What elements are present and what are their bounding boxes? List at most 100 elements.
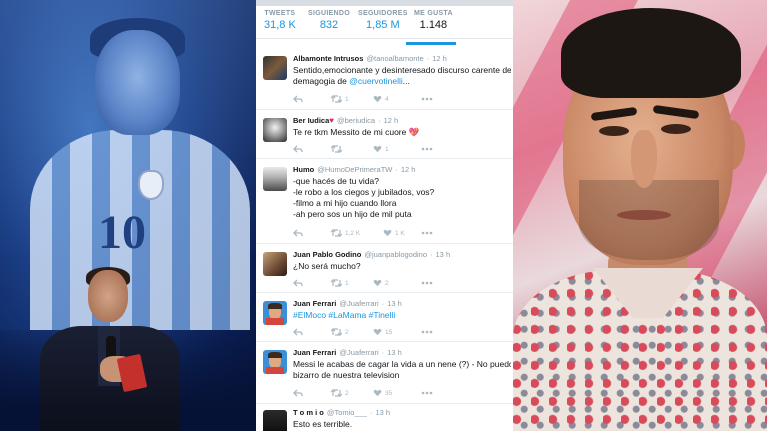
like-button[interactable]: 4 <box>373 93 389 105</box>
more-icon <box>421 391 433 395</box>
tweet-handle[interactable]: @Tomio___ <box>327 408 367 417</box>
tweet-actions: 2 15 <box>293 326 463 338</box>
stat-followers[interactable]: SEGUIDORES 1,85 M <box>358 10 408 31</box>
more-button[interactable] <box>421 277 433 289</box>
avatar[interactable] <box>263 252 287 276</box>
stat-following[interactable]: SIGUIENDO 832 <box>308 10 350 31</box>
tweet-time[interactable]: 13 h <box>387 348 402 357</box>
tweet-author-name[interactable]: Ber Iudica <box>293 116 329 125</box>
tweet-time[interactable]: 12 h <box>432 54 447 63</box>
tweet-text-line: -que hacés de tu vida? <box>293 176 380 186</box>
like-count: 35 <box>385 389 393 397</box>
reply-icon <box>293 328 303 335</box>
reply-button[interactable] <box>293 93 303 105</box>
more-button[interactable] <box>421 143 433 155</box>
like-button[interactable]: 15 <box>373 326 392 338</box>
tweet-header: T o m i o @Tomio___ · 13 h <box>293 408 390 417</box>
reply-icon <box>293 389 303 396</box>
reply-button[interactable] <box>293 326 303 338</box>
tweet-text-line: -ah pero sos un hijo de mil puta <box>293 209 412 219</box>
retweet-button[interactable]: 1 <box>331 93 349 105</box>
more-icon <box>421 231 433 235</box>
stat-value: 832 <box>319 19 339 31</box>
tweet-handle[interactable]: @beriudica <box>337 116 375 125</box>
stat-value: 31,8 K <box>264 19 296 31</box>
more-button[interactable] <box>421 326 433 338</box>
tweet-text-line: Te re tkm Messito de mi cuore 💖 <box>293 127 420 137</box>
presenter-head <box>88 270 128 322</box>
retweet-button[interactable]: 1 <box>331 277 349 289</box>
tweet-time[interactable]: 12 h <box>401 165 416 174</box>
stat-likes[interactable]: ME GUSTA 1.148 <box>414 10 453 31</box>
retweet-button[interactable]: 2 <box>331 326 349 338</box>
shirt-collar <box>593 268 703 318</box>
tweet-item[interactable]: T o m i o @Tomio___ · 13 h Esto es terrible… <box>256 404 513 431</box>
reply-icon <box>293 279 303 286</box>
tweet-actions: 2 35 <box>293 387 463 399</box>
avatar-shirt <box>266 318 284 325</box>
retweet-count: 1 <box>345 279 349 287</box>
reply-button[interactable] <box>293 143 303 155</box>
mention-link[interactable]: @cuervotinelli <box>349 76 403 86</box>
tweet-actions: 1,2 K 1 K <box>293 227 463 239</box>
tweet-author-name[interactable]: Juan Pablo Godino <box>293 250 361 259</box>
tweet-handle[interactable]: @Juaferrari <box>339 348 378 357</box>
retweet-icon <box>331 145 342 153</box>
tweet-time[interactable]: 13 h <box>375 408 390 417</box>
hashtag-line[interactable]: #ElMoco #LaMama #Tinelli <box>293 310 511 321</box>
stat-label: SIGUIENDO <box>308 10 350 17</box>
presenter-figure <box>40 267 180 431</box>
like-button[interactable]: 1 K <box>383 227 405 239</box>
avatar[interactable] <box>263 301 287 325</box>
more-button[interactable] <box>421 387 433 399</box>
footballer-head <box>95 30 180 135</box>
tweet-handle[interactable]: @tanoalbamonte <box>366 54 423 63</box>
tweet-time[interactable]: 13 h <box>436 250 451 259</box>
tweet-author-name[interactable]: Juan Ferrari <box>293 299 336 308</box>
tweet-author-name[interactable]: Humo <box>293 165 314 174</box>
tweet-handle[interactable]: @juanpablogodino <box>364 250 427 259</box>
retweet-button[interactable] <box>331 143 345 155</box>
tweet-item[interactable]: Juan Ferrari @Juaferrari · 13 h Messi le ac… <box>256 342 513 404</box>
retweet-icon <box>331 328 342 336</box>
tweet-text-line: -le robo a los ciegos y jubilados, vos? <box>293 187 435 197</box>
tweet-text-line: Sentido,emocionante y desinteresado disc… <box>293 65 511 75</box>
stubble <box>579 180 719 260</box>
tweet-author-name[interactable]: T o m i o <box>293 408 324 417</box>
active-tab-underline <box>406 42 456 45</box>
tweet-item[interactable]: Ber Iudica♥ @beriudica · 12 h Te re tkm Mes… <box>256 110 513 159</box>
like-button[interactable]: 35 <box>373 387 392 399</box>
tweet-text-line: Messi le acabas de cagar la vida a un ne… <box>293 359 511 369</box>
tweet-time[interactable]: 13 h <box>387 299 402 308</box>
tweet-handle[interactable]: @Juaferrari <box>339 299 378 308</box>
reply-button[interactable] <box>293 227 303 239</box>
stat-label: SEGUIDORES <box>358 10 408 17</box>
avatar[interactable] <box>263 56 287 80</box>
tweet-time-sep: · <box>369 408 373 417</box>
tweet-time[interactable]: 12 h <box>384 116 399 125</box>
retweet-button[interactable]: 1,2 K <box>331 227 360 239</box>
more-button[interactable] <box>421 227 433 239</box>
like-button[interactable]: 2 <box>373 277 389 289</box>
like-count: 4 <box>385 95 389 103</box>
avatar[interactable] <box>263 118 287 142</box>
tweet-author-name[interactable]: Juan Ferrari <box>293 348 336 357</box>
avatar[interactable] <box>263 350 287 374</box>
avatar[interactable] <box>263 410 287 431</box>
tweet-item[interactable]: Humo @HumoDePrimeraTW · 12 h -que hacés de … <box>256 159 513 244</box>
reply-button[interactable] <box>293 277 303 289</box>
retweet-icon <box>331 229 342 237</box>
avatar[interactable] <box>263 167 287 191</box>
tweet-item[interactable]: Juan Ferrari @Juaferrari · 13 h #ElMoco #La… <box>256 293 513 342</box>
tweet-time-sep: · <box>381 348 385 357</box>
retweet-button[interactable]: 2 <box>331 387 349 399</box>
like-button[interactable]: 1 <box>373 143 389 155</box>
nose <box>631 130 657 188</box>
more-button[interactable] <box>421 93 433 105</box>
tweet-item[interactable]: Albamonte Intrusos @tanoalbamonte · 12 h Se… <box>256 48 513 110</box>
stat-tweets[interactable]: TWEETS 31,8 K <box>264 10 296 31</box>
tweet-handle[interactable]: @HumoDePrimeraTW <box>317 165 392 174</box>
tweet-item[interactable]: Juan Pablo Godino @juanpablogodino · 13 h ¿… <box>256 244 513 293</box>
tweet-author-name[interactable]: Albamonte Intrusos <box>293 54 363 63</box>
reply-button[interactable] <box>293 387 303 399</box>
